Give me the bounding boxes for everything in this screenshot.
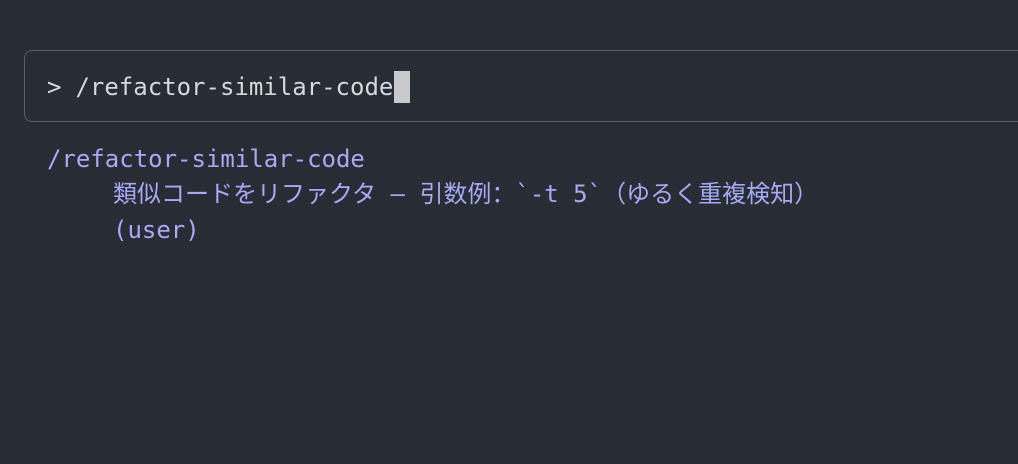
command-suggestion[interactable]: /refactor-similar-code 類似コードをリファクタ – 引数例… (47, 142, 1018, 248)
terminal-window: { "prompt": { "symbol": ">", "input_valu… (0, 0, 1018, 464)
suggestion-source: (user) (113, 216, 200, 244)
command-input-text[interactable]: /refactor-similar-code (75, 71, 393, 103)
command-input-line[interactable]: > /refactor-similar-code (47, 71, 411, 103)
prompt-symbol: > (47, 73, 62, 101)
text-cursor (394, 71, 411, 103)
suggestion-command[interactable]: /refactor-similar-code (47, 142, 1018, 176)
suggestion-description: 類似コードをリファクタ – 引数例：`-t 5`（ゆるく重複検知） (113, 180, 819, 208)
command-input-box[interactable]: > /refactor-similar-code (24, 50, 1018, 122)
